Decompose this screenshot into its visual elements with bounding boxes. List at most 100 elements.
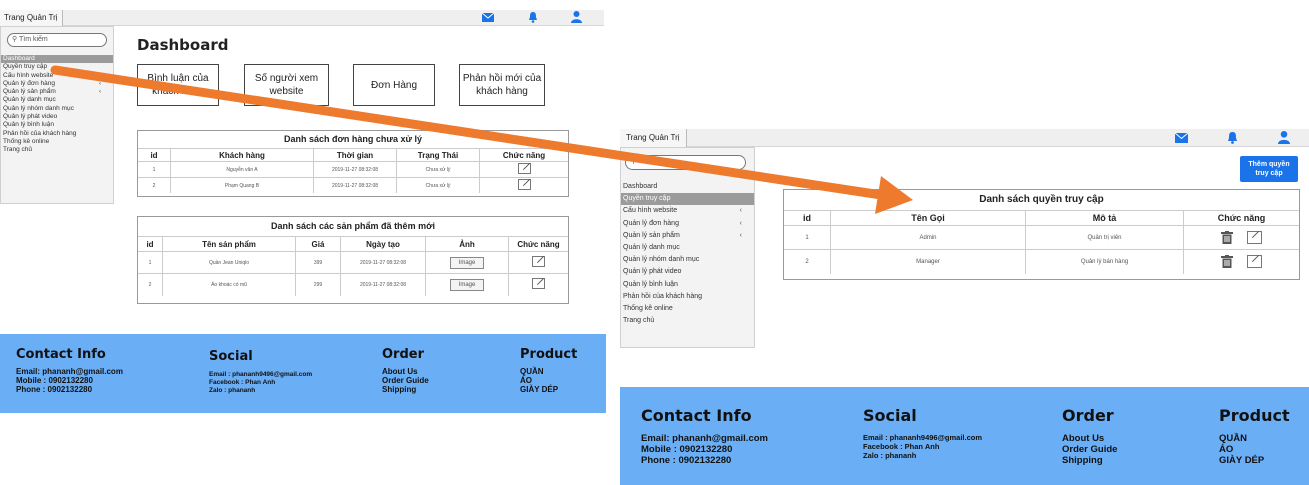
table-row: 2 Phạm Quang B 2019-11-27 08:32:08 Chưa … xyxy=(138,177,568,193)
search-input[interactable]: ⚲ Tìm kiếm xyxy=(625,155,746,170)
chevron-left-icon[interactable]: ‹ xyxy=(740,230,742,242)
sidebar-item[interactable]: Quản lý sản phẩm ‹ xyxy=(1,88,113,96)
add-access-button[interactable]: Thêm quyền truy cập xyxy=(1240,156,1298,182)
right-footer: Contact Info Email: phananh@gmail.com Mo… xyxy=(620,387,1309,485)
trash-icon[interactable] xyxy=(1221,231,1234,244)
sidebar-item[interactable]: Quản lý bình luận xyxy=(621,279,754,291)
footer-link-order-guide[interactable]: Order Guide xyxy=(382,376,429,385)
sidebar-item[interactable]: Quản lý phát video xyxy=(1,113,113,121)
col-header: Mô tả xyxy=(1025,210,1184,226)
sidebar-item[interactable]: Quản lý đơn hàng ‹ xyxy=(1,80,113,88)
sidebar-item[interactable]: Cấu hình website ‹ xyxy=(1,72,113,80)
cell-time: 2019-11-27 08:32:08 xyxy=(313,161,397,178)
social-zalo: Zalo : phananh xyxy=(863,451,917,460)
edit-icon[interactable] xyxy=(532,278,545,290)
comments-card[interactable]: Bình luận của khách hàng xyxy=(137,64,219,106)
user-icon[interactable] xyxy=(571,11,582,23)
image-button[interactable]: Image xyxy=(449,278,485,291)
chevron-left-icon[interactable]: ‹ xyxy=(99,72,101,80)
feedback-card[interactable]: Phản hồi mới của khách hàng xyxy=(459,64,545,106)
sidebar-item[interactable]: Cấu hình website ‹ xyxy=(621,205,754,217)
chevron-left-icon[interactable]: ‹ xyxy=(99,88,101,96)
sidebar-item[interactable]: Quyền truy cập xyxy=(1,63,113,71)
orders-card[interactable]: Đơn Hàng xyxy=(353,64,435,106)
footer-link-quan[interactable]: QUẦN xyxy=(1219,433,1290,444)
contact-phone: Phone : 0902132280 xyxy=(16,385,93,394)
footer-link-giay-dep[interactable]: GIÀY DÉP xyxy=(520,385,577,394)
footer-link-shipping[interactable]: Shipping xyxy=(382,385,429,394)
social-email: Email : phananh9496@gmail.com xyxy=(863,433,983,442)
cell-product-name: Quần Jean Uniqlo xyxy=(162,251,296,274)
image-button[interactable]: Image xyxy=(449,256,485,269)
bell-icon[interactable] xyxy=(528,12,538,23)
chevron-left-icon[interactable]: ‹ xyxy=(99,80,101,88)
search-placeholder: Tìm kiếm xyxy=(18,36,48,43)
contact-mobile: Mobile : 0902132280 xyxy=(16,376,93,385)
col-header: Giá xyxy=(295,236,341,252)
trash-icon[interactable] xyxy=(1221,255,1234,269)
sidebar-item[interactable]: Quản lý danh mục xyxy=(1,96,113,104)
cell-product-name: Áo khoác có mũ xyxy=(162,273,296,296)
sidebar-item[interactable]: Phản hồi của khách hàng xyxy=(621,291,754,303)
col-header: Chức năng xyxy=(479,148,568,162)
contact-phone: Phone : 0902132280 xyxy=(641,455,732,466)
edit-icon[interactable] xyxy=(1246,255,1262,269)
footer-link-giay-dep[interactable]: GIÀY DÉP xyxy=(1219,455,1290,466)
cell-customer: Nguyễn văn A xyxy=(170,161,314,178)
edit-icon[interactable] xyxy=(532,256,545,267)
contact-title: Contact Info xyxy=(641,406,752,425)
cell-id: 2 xyxy=(138,177,171,193)
sidebar-item-label: Quản lý bình luận xyxy=(3,121,54,129)
sidebar-item[interactable]: Quản lý nhóm danh mục xyxy=(621,254,754,266)
col-header: Tên Gọi xyxy=(830,210,1026,226)
footer-link-quan[interactable]: QUẦN xyxy=(520,367,577,376)
footer-link-about[interactable]: About Us xyxy=(1062,433,1117,444)
sidebar-item[interactable]: Trang chủ xyxy=(1,146,113,154)
footer-link-ao[interactable]: ÁO xyxy=(520,376,577,385)
mail-icon[interactable] xyxy=(1175,133,1188,143)
app-title-tab[interactable]: Trang Quản Trị xyxy=(620,129,687,147)
edit-icon[interactable] xyxy=(1246,231,1262,244)
sidebar-item-label: Dashboard xyxy=(623,183,658,190)
table-row: 1 Nguyễn văn A 2019-11-27 08:32:08 Chưa … xyxy=(138,161,568,178)
bell-icon[interactable] xyxy=(1227,132,1238,144)
sidebar-item[interactable]: Quản lý bình luận xyxy=(1,121,113,129)
chevron-left-icon[interactable]: ‹ xyxy=(740,205,742,217)
sidebar-item[interactable]: Dashboard xyxy=(621,181,754,193)
sidebar-item-label: Cấu hình website xyxy=(3,71,54,79)
cell-id: 1 xyxy=(138,251,163,274)
cell-status: Chưa xử lý xyxy=(396,177,480,193)
footer-link-shipping[interactable]: Shipping xyxy=(1062,455,1117,466)
visitors-card[interactable]: Số người xem website xyxy=(244,64,329,106)
access-table: Danh sách quyền truy cập id Tên Gọi Mô t… xyxy=(783,189,1300,280)
user-icon[interactable] xyxy=(1278,131,1290,144)
sidebar-item-label: Phản hồi của khách hàng xyxy=(623,292,703,300)
mail-icon[interactable] xyxy=(482,13,494,22)
edit-icon[interactable] xyxy=(517,163,531,174)
product-title: Product xyxy=(1219,406,1290,425)
sidebar-item[interactable]: Quản lý danh mục xyxy=(621,242,754,254)
sidebar-item[interactable]: Thống kê online xyxy=(621,303,754,315)
social-facebook: Facebook : Phan Anh xyxy=(863,442,940,451)
edit-icon[interactable] xyxy=(517,179,531,190)
orders-table-title: Danh sách đơn hàng chưa xử lý xyxy=(284,134,422,144)
sidebar-item[interactable]: Quản lý phát video xyxy=(621,266,754,278)
sidebar-item[interactable]: Quản lý nhóm danh mục xyxy=(1,105,113,113)
app-title-tab[interactable]: Trang Quản Trị xyxy=(0,10,63,26)
sidebar-item[interactable]: Quản lý sản phẩm ‹ xyxy=(621,230,754,242)
sidebar-item[interactable]: Phản hồi của khách hàng xyxy=(1,130,113,138)
cell-time: 2019-11-27 08:32:08 xyxy=(313,177,397,193)
sidebar-item[interactable]: Quyền truy cập xyxy=(621,193,754,206)
chevron-left-icon[interactable]: ‹ xyxy=(740,218,742,230)
footer-link-ao[interactable]: ÁO xyxy=(1219,444,1290,455)
sidebar-item[interactable]: Quản lý đơn hàng ‹ xyxy=(621,218,754,230)
sidebar-item-label: Quản lý phát video xyxy=(3,113,58,121)
sidebar-item-label: Quản lý bình luận xyxy=(623,280,678,288)
footer-link-order-guide[interactable]: Order Guide xyxy=(1062,444,1117,455)
contact-info: Contact Info Email: phananh@gmail.com Mo… xyxy=(641,406,768,467)
table-row: 2 Áo khoác có mũ 299 2019-11-27 08:32:08… xyxy=(138,273,568,296)
sidebar-item[interactable]: Trang chủ xyxy=(621,315,754,327)
footer-link-about[interactable]: About Us xyxy=(382,367,429,376)
col-header: Ảnh xyxy=(425,236,509,252)
search-input[interactable]: ⚲ Tìm kiếm xyxy=(7,33,107,47)
